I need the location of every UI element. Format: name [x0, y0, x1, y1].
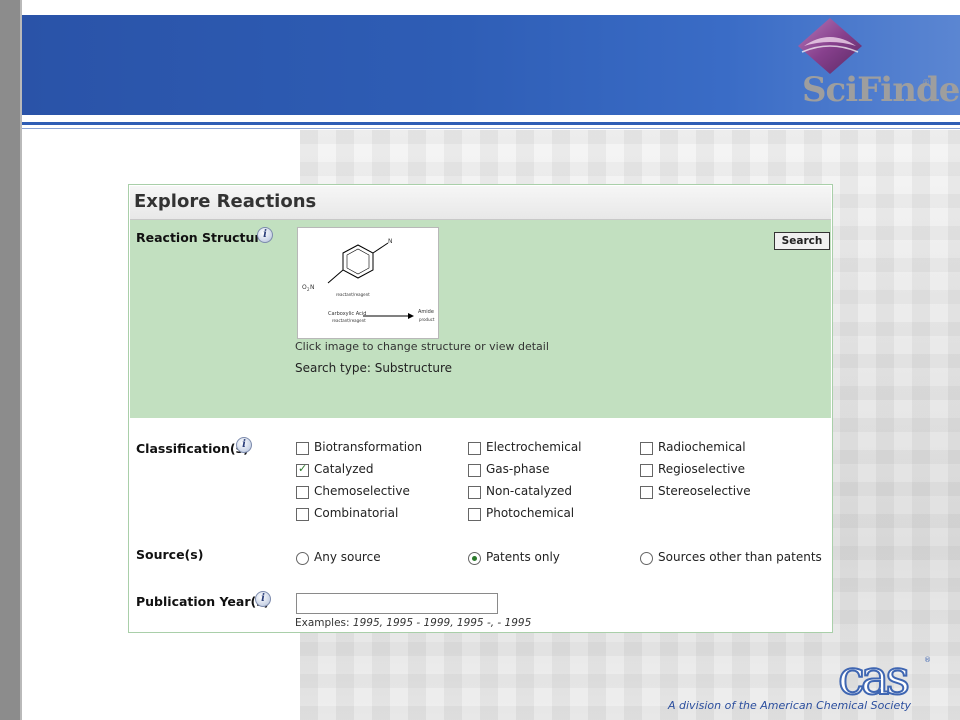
- page-title: Explore Reactions: [134, 191, 317, 212]
- checkbox-electrochemical[interactable]: [468, 442, 481, 455]
- check-icon: ✓: [298, 462, 308, 475]
- examples-prefix: Examples:: [295, 617, 350, 629]
- classification-info-icon[interactable]: i: [236, 437, 252, 453]
- examples-values: 1995, 1995 - 1999, 1995 -, - 1995: [352, 617, 532, 629]
- left-rail: [0, 0, 22, 720]
- checkbox-label: Radiochemical: [658, 440, 746, 454]
- checkbox-radiochemical[interactable]: [640, 442, 653, 455]
- reaction-structure-section: [130, 220, 831, 418]
- checkbox-chemoselective[interactable]: [296, 486, 309, 499]
- radio-any-source[interactable]: [296, 552, 309, 565]
- checkbox-gas-phase[interactable]: [468, 464, 481, 477]
- search-type: Search type: Substructure: [295, 361, 453, 375]
- sources-label: Source(s): [136, 547, 204, 562]
- checkbox-label: Regioselective: [658, 462, 745, 476]
- classification-label: Classification(s): [136, 441, 249, 456]
- checkbox-label: Non-catalyzed: [486, 484, 572, 498]
- radio-label: Sources other than patents: [658, 550, 822, 564]
- radio-selected-dot: [472, 556, 477, 561]
- checkbox-catalyzed[interactable]: ✓: [296, 462, 309, 477]
- checkbox-label: Combinatorial: [314, 506, 399, 520]
- radio-label: Any source: [314, 550, 381, 564]
- structure-hint: Click image to change structure or view …: [295, 340, 549, 353]
- publication-year-label: Publication Year(s): [136, 594, 270, 609]
- radio-label: Patents only: [486, 550, 560, 564]
- header-divider-thin: [22, 128, 960, 129]
- reaction-structure-info-icon[interactable]: i: [257, 227, 273, 243]
- scifinder-wordmark: SciFinder: [802, 70, 960, 110]
- right-substance-name: Amide: [418, 309, 434, 315]
- left-substance-role: reactant/reagent: [332, 318, 366, 323]
- checkbox-label: Gas-phase: [486, 462, 550, 476]
- cas-logo: cas: [837, 650, 911, 706]
- reaction-diagram: [327, 242, 414, 319]
- checkbox-photochemical[interactable]: [468, 508, 481, 521]
- explore-reactions-panel: Explore Reactions Reaction Structure i N…: [128, 184, 833, 633]
- header-divider: [22, 122, 960, 125]
- checkbox-biotransformation[interactable]: [296, 442, 309, 455]
- reaction-structure-image[interactable]: N O 2 N reactant/reagent Carboxylic Acid…: [297, 227, 439, 339]
- atom-n-top: N: [388, 238, 393, 245]
- search-button[interactable]: Search: [774, 232, 830, 250]
- right-substance-role: product: [419, 317, 435, 322]
- checkbox-label: Catalyzed: [314, 462, 374, 476]
- publication-year-info-icon[interactable]: i: [255, 591, 271, 607]
- reaction-structure-label: Reaction Structure: [136, 230, 270, 245]
- checkbox-label: Photochemical: [486, 506, 575, 520]
- left-substance-name: Carboxylic Acid: [328, 311, 367, 317]
- division-tagline: A division of the American Chemical Soci…: [668, 699, 912, 712]
- checkbox-stereoselective[interactable]: [640, 486, 653, 499]
- panel-title-bar: Explore Reactions: [130, 186, 831, 220]
- publication-year-examples: Examples: 1995, 1995 - 1999, 1995 -, - 1…: [295, 617, 531, 629]
- radio-sources-other-than-patents[interactable]: [640, 552, 653, 565]
- cas-trademark: ®: [924, 656, 931, 664]
- checkbox-label: Stereoselective: [658, 484, 751, 498]
- checkbox-label: Biotransformation: [314, 440, 423, 454]
- radio-patents-only[interactable]: [468, 552, 481, 565]
- checkbox-non-catalyzed[interactable]: [468, 486, 481, 499]
- publication-year-input[interactable]: [296, 593, 498, 614]
- scifinder-trademark: ®: [922, 78, 930, 87]
- checkbox-regioselective[interactable]: [640, 464, 653, 477]
- checkbox-combinatorial[interactable]: [296, 508, 309, 521]
- atom-n-left: N: [310, 284, 315, 291]
- role-reactant: reactant/reagent: [336, 292, 370, 297]
- checkbox-label: Chemoselective: [314, 484, 410, 498]
- checkbox-label: Electrochemical: [486, 440, 582, 454]
